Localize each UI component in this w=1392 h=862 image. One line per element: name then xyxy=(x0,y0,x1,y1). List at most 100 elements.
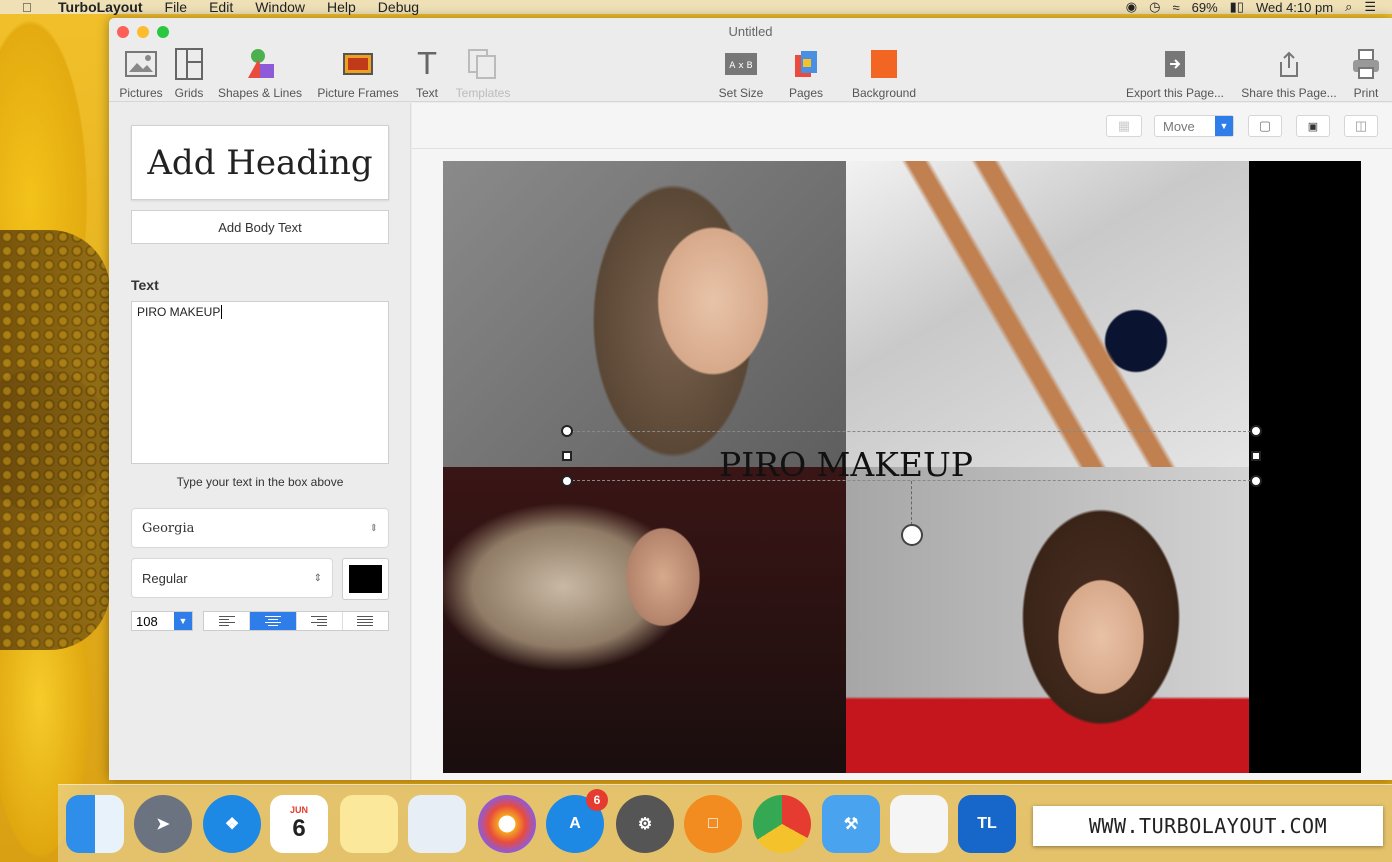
templates-label: Templates xyxy=(455,86,511,100)
shapes-lines-button[interactable]: Shapes & Lines xyxy=(215,46,305,100)
picture-frames-button[interactable]: Picture Frames xyxy=(313,46,403,100)
picture-frames-label: Picture Frames xyxy=(317,86,399,100)
ibooks-icon[interactable]: □ xyxy=(684,795,742,853)
battery-icon[interactable]: ▮▯ xyxy=(1230,0,1244,15)
checkerboard-icon: ▦ xyxy=(1117,118,1131,133)
font-size-value: 108 xyxy=(136,613,158,629)
pages-button[interactable]: Pages xyxy=(785,46,827,100)
app-menu[interactable]: TurboLayout xyxy=(58,0,143,15)
set-size-label: Set Size xyxy=(718,86,764,100)
grids-button[interactable]: Grids xyxy=(171,46,207,100)
transparency-button[interactable]: ▦ xyxy=(1106,115,1142,137)
battery-percent[interactable]: 69% xyxy=(1192,0,1218,15)
text-hint: Type your text in the box above xyxy=(176,475,344,489)
app-window: Untitled Pictures Grids Shapes & Lines P… xyxy=(109,18,1392,780)
chrome-icon[interactable] xyxy=(753,795,811,853)
resize-handle-middle-right[interactable] xyxy=(1251,451,1261,461)
picture-icon xyxy=(125,51,157,77)
system-preferences-icon[interactable]: ⚙ xyxy=(616,795,674,853)
layout-page[interactable]: PIRO MAKEUP xyxy=(443,161,1361,773)
add-body-text-button[interactable]: Add Body Text xyxy=(131,210,389,244)
background-swatch-icon xyxy=(871,50,897,78)
text-input-box[interactable]: PIRO MAKEUP xyxy=(131,301,389,464)
background-button[interactable]: Background xyxy=(847,46,921,100)
spotlight-icon[interactable]: ⌕ xyxy=(1345,0,1352,15)
resize-handle-top-right[interactable] xyxy=(1250,425,1262,437)
resize-handle-bottom-left[interactable] xyxy=(561,475,573,487)
finder-icon[interactable] xyxy=(66,795,124,853)
font-family-select[interactable]: Georgia ⇕ xyxy=(131,508,389,548)
notification-center-icon[interactable]: ☰ xyxy=(1364,0,1376,15)
font-size-field[interactable]: 108 ▼ xyxy=(131,611,193,631)
app-store-badge: 6 xyxy=(586,789,608,811)
pictures-label: Pictures xyxy=(119,86,163,100)
justify-icon xyxy=(357,616,374,626)
clock[interactable]: Wed 4:10 pm xyxy=(1256,0,1333,15)
textedit-icon[interactable] xyxy=(890,795,948,853)
rotate-handle-icon[interactable] xyxy=(901,524,923,546)
chevron-down-icon[interactable]: ▼ xyxy=(1215,116,1233,136)
wifi-icon[interactable]: ≈ xyxy=(1172,0,1179,15)
lock-icon: ▣ xyxy=(1307,120,1319,133)
menu-file[interactable]: File xyxy=(165,0,188,15)
text-icon: T xyxy=(417,46,437,82)
photo-woman-gray-background[interactable] xyxy=(443,161,846,467)
text-color-well[interactable] xyxy=(342,558,389,600)
apple-menu-icon[interactable]:  xyxy=(22,0,38,15)
delete-button[interactable]: ◫ xyxy=(1344,115,1378,137)
resize-handle-bottom-right[interactable] xyxy=(1250,475,1262,487)
text-button[interactable]: T Text xyxy=(411,46,443,101)
print-button[interactable]: Print xyxy=(1349,46,1383,100)
shapes-label: Shapes & Lines xyxy=(217,86,303,100)
resize-handle-middle-left[interactable] xyxy=(562,451,572,461)
app-store-icon[interactable]: A6 xyxy=(546,789,608,853)
menu-debug[interactable]: Debug xyxy=(378,0,419,15)
photo-woman-flowing-hair[interactable] xyxy=(443,467,846,773)
background-label: Background xyxy=(851,86,917,100)
updown-chevron-icon: ⇕ xyxy=(369,522,378,534)
lock-button[interactable]: ▣ xyxy=(1296,115,1330,137)
photo-woman-red-sweater[interactable] xyxy=(846,467,1249,773)
justify-button[interactable] xyxy=(343,612,388,630)
menu-edit[interactable]: Edit xyxy=(209,0,233,15)
rotation-guide xyxy=(911,481,912,525)
menu-help[interactable]: Help xyxy=(327,0,356,15)
turbolayout-icon[interactable]: TL xyxy=(958,795,1016,853)
align-left-icon xyxy=(218,616,235,626)
align-center-button[interactable] xyxy=(250,612,297,630)
align-left-button[interactable] xyxy=(204,612,251,630)
font-style-select[interactable]: Regular ⇕ xyxy=(131,558,333,598)
menu-window[interactable]: Window xyxy=(255,0,305,15)
picture-frame-icon xyxy=(343,53,373,75)
updown-chevron-icon: ⇕ xyxy=(313,572,322,584)
pages-icon xyxy=(795,51,817,77)
move-mode-value: Move xyxy=(1163,118,1195,134)
time-machine-icon[interactable]: ◷ xyxy=(1149,0,1160,15)
align-right-button[interactable] xyxy=(297,612,343,630)
export-page-button[interactable]: Export this Page... xyxy=(1121,46,1229,100)
notes-icon[interactable] xyxy=(340,795,398,853)
text-section-label: Text xyxy=(131,277,159,293)
printer-icon xyxy=(1353,49,1379,79)
templates-icon xyxy=(468,49,496,79)
frame-button[interactable]: ▢ xyxy=(1248,115,1282,137)
photos-icon[interactable] xyxy=(478,795,536,853)
chevron-down-icon[interactable]: ▼ xyxy=(174,612,192,630)
set-size-button[interactable]: A x B Set Size xyxy=(714,46,768,100)
photo-makeup-brushes-tray[interactable] xyxy=(846,161,1249,467)
calendar-icon[interactable]: JUN 6 xyxy=(270,795,328,853)
safari-icon[interactable]: ❖ xyxy=(203,795,261,853)
resize-handle-top-left[interactable] xyxy=(561,425,573,437)
add-heading-button[interactable]: Add Heading xyxy=(131,125,389,200)
templates-button[interactable]: Templates xyxy=(451,46,515,100)
share-page-button[interactable]: Share this Page... xyxy=(1237,46,1341,100)
record-icon[interactable]: ◉ xyxy=(1126,0,1137,15)
xcode-icon[interactable]: ⚒ xyxy=(822,795,880,853)
shapes-icon xyxy=(248,49,274,78)
move-mode-select[interactable]: Move ▼ xyxy=(1154,115,1234,137)
preview-icon[interactable] xyxy=(408,795,466,853)
svg-text:A x B: A x B xyxy=(729,61,752,71)
menubar:  TurboLayout File Edit Window Help Debu… xyxy=(0,0,1392,15)
launchpad-icon[interactable]: ➤ xyxy=(134,795,192,853)
pictures-button[interactable]: Pictures xyxy=(117,46,165,100)
